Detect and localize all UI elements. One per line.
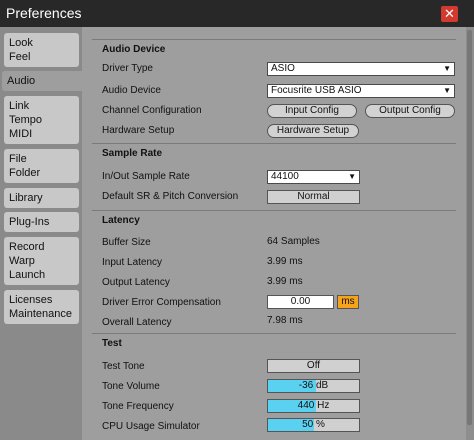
- driver-error-compensation-label: Driver Error Compensation: [102, 297, 221, 308]
- input-latency-value: 3.99 ms: [267, 256, 303, 267]
- audio-device-label: Audio Device: [102, 85, 161, 96]
- tab-look-feel[interactable]: Look Feel: [4, 33, 79, 67]
- tab-plug-ins[interactable]: Plug-Ins: [4, 212, 79, 232]
- overall-latency-label: Overall Latency: [102, 317, 172, 328]
- cpu-usage-simulator-label: CPU Usage Simulator: [102, 421, 200, 432]
- tone-volume-value: -36 dB: [298, 380, 329, 391]
- input-config-button[interactable]: Input Config: [267, 104, 357, 118]
- section-header-audio-device: Audio Device: [92, 39, 456, 59]
- tab-label-line: Link: [9, 100, 30, 112]
- tab-library[interactable]: Library: [4, 188, 79, 208]
- tab-label-line: Feel: [9, 51, 31, 63]
- title-bar: Preferences ✕: [0, 0, 474, 27]
- sample-rate-value: 44100: [271, 171, 299, 182]
- default-sr-pitch-conversion-toggle[interactable]: Normal: [267, 190, 360, 204]
- section-header-test: Test: [92, 333, 456, 353]
- tab-label-line: Library: [9, 192, 43, 204]
- section-header-latency: Latency: [92, 210, 456, 230]
- output-config-button[interactable]: Output Config: [365, 104, 455, 118]
- tab-label-line: File: [9, 153, 27, 165]
- tab-label-line: Maintenance: [9, 308, 72, 320]
- audio-device-dropdown[interactable]: Focusrite USB ASIO ▼: [267, 84, 455, 98]
- triangle-down-icon: ▼: [443, 86, 451, 95]
- driver-error-compensation-field[interactable]: 0.00: [267, 295, 334, 309]
- hardware-setup-button[interactable]: Hardware Setup: [267, 124, 359, 138]
- driver-type-value: ASIO: [271, 63, 295, 74]
- in-out-sample-rate-label: In/Out Sample Rate: [102, 171, 190, 182]
- driver-type-label: Driver Type: [102, 63, 153, 74]
- overall-latency-value: 7.98 ms: [267, 315, 303, 326]
- audio-device-value: Focusrite USB ASIO: [271, 85, 362, 96]
- tone-frequency-slider[interactable]: 440 Hz: [267, 399, 360, 413]
- tab-label-line: MIDI: [9, 128, 33, 140]
- test-tone-toggle[interactable]: Off: [267, 359, 360, 373]
- cpu-usage-simulator-slider[interactable]: 50 %: [267, 418, 360, 432]
- tone-volume-label: Tone Volume: [102, 381, 160, 392]
- tab-record-warp-launch[interactable]: Record Warp Launch: [4, 237, 79, 285]
- section-header-sample-rate: Sample Rate: [92, 143, 456, 163]
- scrollbar-thumb[interactable]: [467, 30, 472, 425]
- tab-label-line: Folder: [9, 167, 41, 179]
- driver-type-dropdown[interactable]: ASIO ▼: [267, 62, 455, 76]
- tab-label-line: Audio: [7, 75, 36, 87]
- tab-link-tempo-midi[interactable]: Link Tempo MIDI: [4, 96, 79, 144]
- tab-label-line: Plug-Ins: [9, 216, 50, 228]
- tab-label-line: Record: [9, 241, 45, 253]
- default-sr-pitch-conversion-label: Default SR & Pitch Conversion: [102, 191, 239, 202]
- tab-label-line: Launch: [9, 269, 46, 281]
- buffer-size-value[interactable]: 64 Samples: [267, 236, 320, 247]
- window-title: Preferences: [6, 5, 82, 21]
- sample-rate-dropdown[interactable]: 44100 ▼: [267, 170, 360, 184]
- tab-audio[interactable]: Audio: [2, 71, 82, 91]
- tab-label-line: Tempo: [9, 114, 43, 126]
- input-latency-label: Input Latency: [102, 257, 163, 268]
- tab-file-folder[interactable]: File Folder: [4, 149, 79, 183]
- triangle-down-icon: ▼: [443, 64, 451, 73]
- tone-frequency-label: Tone Frequency: [102, 401, 174, 412]
- triangle-down-icon: ▼: [348, 172, 356, 181]
- test-tone-label: Test Tone: [102, 361, 145, 372]
- tone-volume-slider[interactable]: -36 dB: [267, 379, 360, 393]
- buffer-size-label: Buffer Size: [102, 237, 151, 248]
- cpu-usage-simulator-value: 50 %: [302, 419, 325, 430]
- tab-licenses-maintenance[interactable]: Licenses Maintenance: [4, 290, 79, 324]
- hardware-setup-label: Hardware Setup: [102, 125, 175, 136]
- close-icon[interactable]: ✕: [441, 6, 458, 22]
- tone-frequency-value: 440 Hz: [297, 400, 330, 411]
- channel-configuration-label: Channel Configuration: [102, 105, 202, 116]
- output-latency-value: 3.99 ms: [267, 276, 303, 287]
- tab-label-line: Warp: [9, 255, 35, 267]
- tab-label-line: Look: [9, 37, 33, 49]
- tab-label-line: Licenses: [9, 294, 53, 306]
- output-latency-label: Output Latency: [102, 277, 170, 288]
- driver-error-unit-badge[interactable]: ms: [337, 295, 359, 309]
